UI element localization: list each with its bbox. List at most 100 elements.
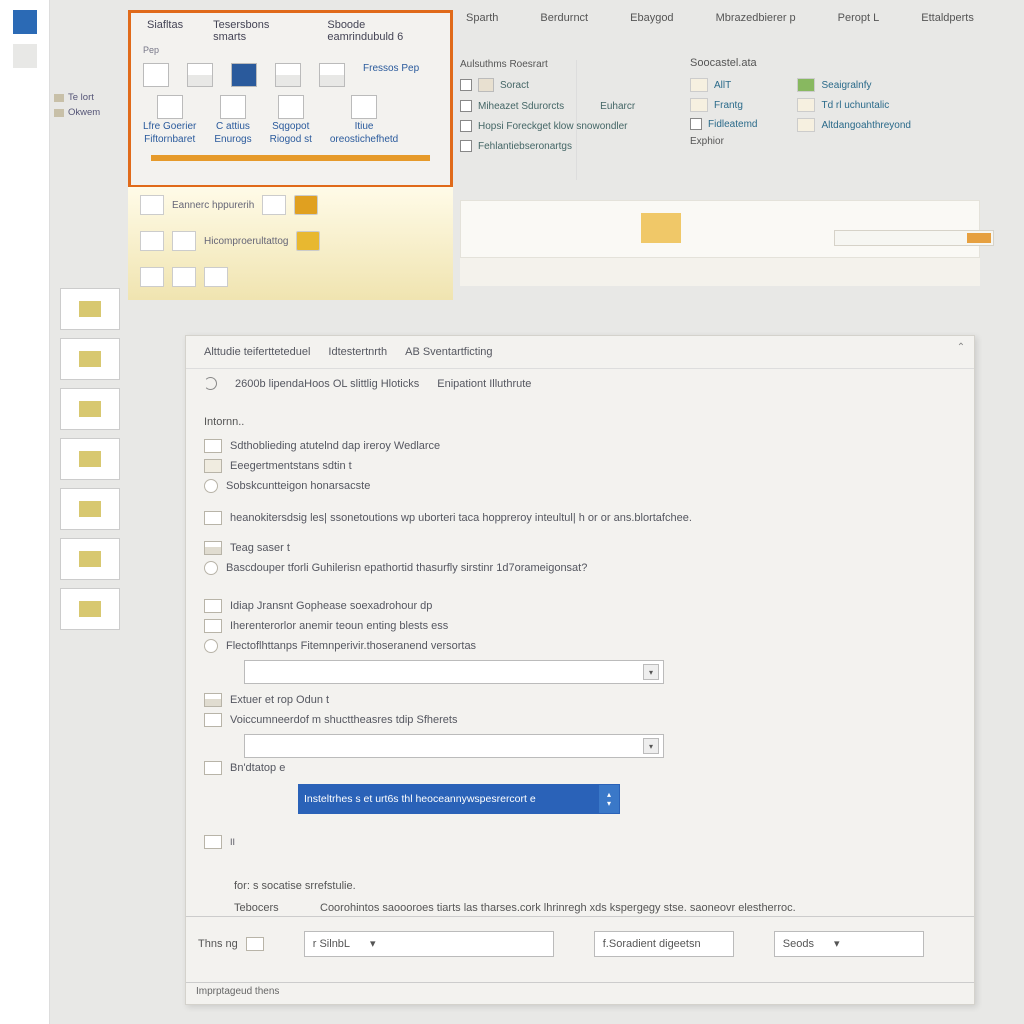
option-text[interactable]: Eeegertmentstans sdtin t bbox=[230, 460, 352, 472]
option-text[interactable]: Extuer et rop Odun t bbox=[230, 694, 329, 706]
panel-subtitle: 2600b lipendaHoos OL slittlig Hloticks bbox=[235, 378, 419, 390]
slide-thumb[interactable] bbox=[60, 338, 120, 380]
option-label[interactable]: Hopsi Foreckget klow snowondler bbox=[478, 121, 628, 132]
option-text[interactable]: Voiccumneerdof m shucttheasres tdip Sfhe… bbox=[230, 714, 457, 726]
dropdown[interactable]: r SilnbL▾ bbox=[304, 931, 554, 957]
refresh-icon[interactable] bbox=[204, 377, 217, 390]
slide-thumb[interactable] bbox=[60, 288, 120, 330]
ribbon-button[interactable] bbox=[143, 63, 169, 87]
option-label[interactable]: AllT bbox=[714, 80, 731, 91]
note-block: for: s socatise srrefstulie. Tebocers Co… bbox=[186, 852, 974, 924]
checkbox[interactable] bbox=[460, 120, 472, 132]
radio-icon[interactable] bbox=[204, 639, 218, 653]
app-icon[interactable] bbox=[13, 10, 37, 34]
checkbox[interactable] bbox=[460, 100, 472, 112]
option-label[interactable]: Exphior bbox=[690, 136, 724, 147]
gallery-icon[interactable] bbox=[172, 267, 196, 287]
faint-panel bbox=[460, 258, 980, 286]
dropdown[interactable]: ▾ bbox=[244, 660, 664, 684]
ribbon-tab[interactable]: Sparth bbox=[460, 8, 504, 28]
panel-tab[interactable]: AB Sventartficting bbox=[405, 346, 492, 358]
slide-thumb[interactable] bbox=[60, 538, 120, 580]
radio-icon[interactable] bbox=[204, 561, 218, 575]
ribbon-button[interactable]: C attiusEnurogs bbox=[214, 95, 251, 145]
ribbon-button[interactable] bbox=[319, 63, 345, 87]
option-text[interactable]: Idiap Jransnt Gophease soexadrohour dp bbox=[230, 600, 432, 612]
ribbon-button[interactable]: Itiueoreostichefhetd bbox=[330, 95, 398, 145]
group-header: Soocastel.ata bbox=[690, 55, 1000, 75]
option-text[interactable]: Iherenterorlor anemir teoun enting blest… bbox=[230, 620, 448, 632]
option-label[interactable]: Miheazet Sdurorcts bbox=[478, 101, 564, 112]
dropdown[interactable]: ▾ bbox=[244, 734, 664, 758]
option-label[interactable]: Td rl uchuntalic bbox=[821, 100, 889, 111]
gallery-icon[interactable] bbox=[172, 231, 196, 251]
ribbon-button[interactable] bbox=[187, 63, 213, 87]
chevron-down-icon[interactable]: ▾ bbox=[643, 738, 659, 754]
list-icon bbox=[204, 459, 222, 473]
radio-icon[interactable] bbox=[204, 479, 218, 493]
shield-icon[interactable] bbox=[294, 195, 318, 215]
gallery-icon[interactable] bbox=[262, 195, 286, 215]
options-panel: ⌃ Alttudie teifertteteduel Idtestertnrth… bbox=[185, 335, 975, 1005]
dropdown[interactable]: f.Soradient digeetsn bbox=[594, 931, 734, 957]
chevron-updown-icon[interactable]: ▴▾ bbox=[598, 784, 620, 814]
ribbon-tab[interactable]: Mbrazedbierer p bbox=[710, 8, 802, 28]
ribbon-right-group: Soocastel.ata AllT Frantg Fidleatemd Exp… bbox=[690, 55, 1000, 150]
checkbox[interactable] bbox=[460, 140, 472, 152]
slide-thumb[interactable] bbox=[60, 388, 120, 430]
ribbon-tab[interactable]: Ettaldperts bbox=[915, 8, 980, 28]
chevron-down-icon[interactable]: ▾ bbox=[370, 937, 376, 950]
ribbon-subtab[interactable]: Siafltas bbox=[147, 19, 183, 43]
chevron-down-icon[interactable]: ▾ bbox=[834, 937, 840, 950]
dropdown[interactable]: Seods▾ bbox=[774, 931, 924, 957]
option-text[interactable]: Bn'dtatop e bbox=[230, 762, 285, 774]
outline-item[interactable]: Te lort bbox=[50, 90, 130, 105]
option-label[interactable]: Fidleatemd bbox=[708, 119, 757, 130]
option-text[interactable]: Teag saser t bbox=[230, 542, 290, 554]
option-text[interactable]: Flectoflhttanps Fitemnperivir.thoseranen… bbox=[226, 640, 476, 652]
option-text[interactable]: Sdthoblieding atutelnd dap ireroy Wedlar… bbox=[230, 440, 440, 452]
checkbox[interactable] bbox=[460, 79, 472, 91]
ribbon-button[interactable] bbox=[275, 63, 301, 87]
ribbon-subtab[interactable]: Sboode eamrindubuld 6 bbox=[327, 19, 434, 43]
ribbon-tab[interactable]: Peropt L bbox=[832, 8, 886, 28]
dropdown-value: Insteltrhes s et urt6s thl heoceannywspe… bbox=[304, 793, 536, 805]
status-bar: Imprptageud thens bbox=[186, 982, 974, 1004]
list-icon bbox=[204, 599, 222, 613]
option-label[interactable]: Seaigralnfy bbox=[821, 80, 871, 91]
mini-toolbar[interactable] bbox=[834, 230, 994, 246]
tool-icon[interactable] bbox=[246, 937, 264, 951]
ribbon-subtab[interactable]: Tesersbons smarts bbox=[213, 19, 297, 43]
gallery-icon[interactable] bbox=[140, 195, 164, 215]
option-text[interactable]: Sobskcuntteigon honarsacste bbox=[226, 480, 370, 492]
ribbon-tab[interactable]: Ebaygod bbox=[624, 8, 679, 28]
folder-icon[interactable] bbox=[296, 231, 320, 251]
option-label[interactable]: Soract bbox=[500, 80, 529, 91]
gallery-icon[interactable] bbox=[140, 267, 164, 287]
option-label[interactable]: Altdangoahthreyond bbox=[821, 120, 911, 131]
option-label[interactable]: Frantg bbox=[714, 100, 743, 111]
slide-thumb[interactable] bbox=[60, 438, 120, 480]
option-label[interactable]: Fehlantiebseronartgs bbox=[478, 141, 572, 152]
slide-thumb[interactable] bbox=[60, 488, 120, 530]
panel-tab[interactable]: Idtestertnrth bbox=[328, 346, 387, 358]
ribbon-button[interactable] bbox=[231, 63, 257, 87]
option-text[interactable]: Bascdouper tforli Guhilerisn epathortid … bbox=[226, 562, 587, 574]
option-text[interactable]: heanokitersdsig les| ssonetoutions wp ub… bbox=[230, 512, 692, 524]
list-icon bbox=[204, 511, 222, 525]
collapse-caret-icon[interactable]: ⌃ bbox=[954, 342, 968, 356]
selected-dropdown[interactable]: Insteltrhes s et urt6s thl heoceannywspe… bbox=[298, 784, 598, 814]
option-label[interactable]: Euharcr bbox=[600, 101, 635, 112]
checkbox[interactable] bbox=[690, 118, 702, 130]
gallery-icon[interactable] bbox=[204, 267, 228, 287]
thumbnail-strip bbox=[60, 280, 145, 638]
ribbon-tab[interactable]: Berdurnct bbox=[534, 8, 594, 28]
bottom-label: Thns ng bbox=[198, 938, 238, 950]
ribbon-button[interactable]: SqgopotRiogod st bbox=[270, 95, 312, 145]
gallery-icon[interactable] bbox=[140, 231, 164, 251]
ribbon-button[interactable]: Lfre GoerierFiftornbaret bbox=[143, 95, 196, 145]
chevron-down-icon[interactable]: ▾ bbox=[643, 664, 659, 680]
slide-thumb[interactable] bbox=[60, 588, 120, 630]
panel-tab[interactable]: Alttudie teifertteteduel bbox=[204, 346, 310, 358]
outline-item[interactable]: Okwem bbox=[50, 105, 130, 120]
